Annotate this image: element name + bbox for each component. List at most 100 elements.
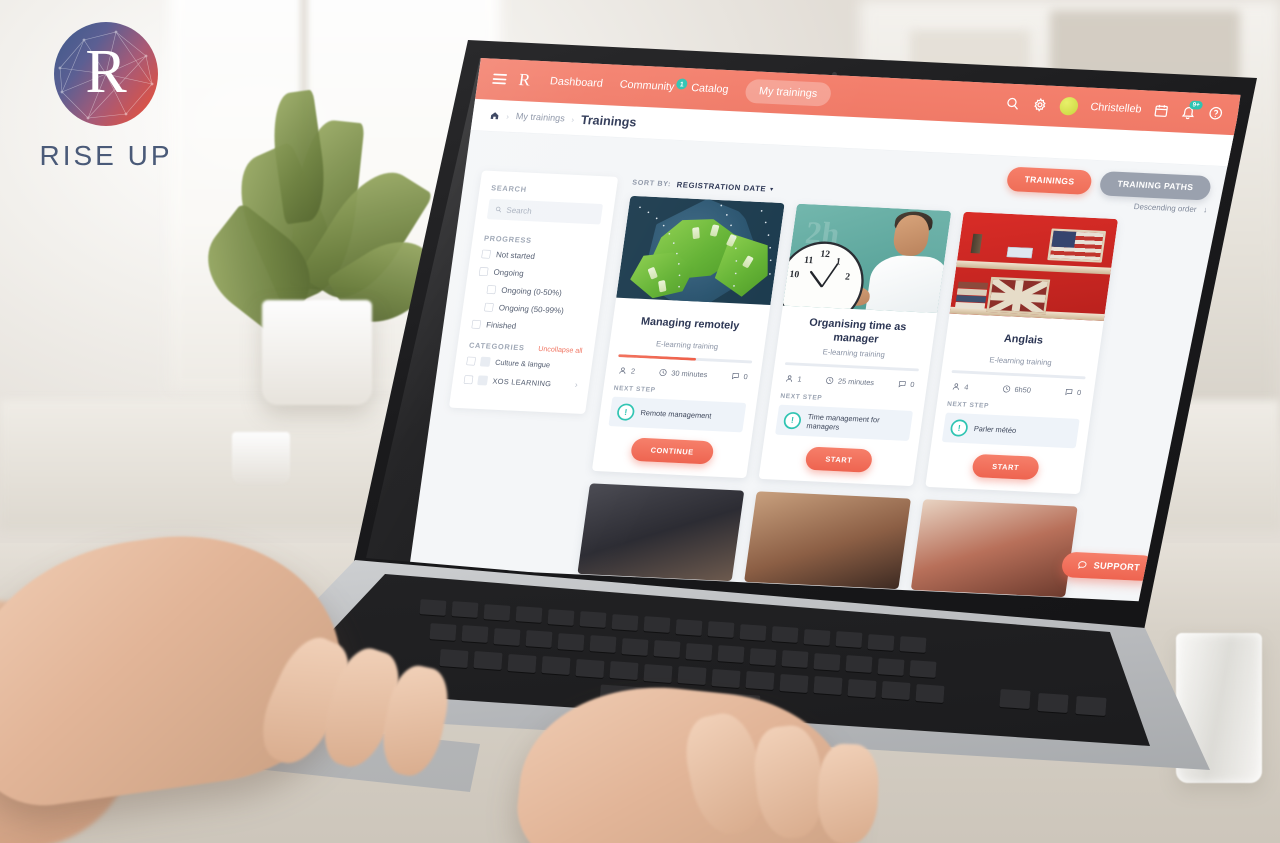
- filter-not-started[interactable]: Not started: [481, 249, 596, 263]
- checkbox[interactable]: [471, 319, 482, 329]
- progress-fill: [618, 354, 697, 361]
- home-icon[interactable]: [489, 110, 500, 120]
- nav-right-actions: Christelleb 9+: [1004, 94, 1224, 123]
- card-body: Managing remotely E-learning training 2 …: [592, 298, 770, 478]
- uncollapse-all-link[interactable]: Uncollapse all: [538, 345, 583, 355]
- usa-flag: [1047, 228, 1107, 263]
- learners-count: 1: [785, 374, 803, 384]
- community-badge: 1: [675, 78, 689, 90]
- breadcrumb-separator: ›: [570, 114, 575, 124]
- nav-item-dashboard[interactable]: Dashboard: [549, 74, 604, 91]
- support-button[interactable]: SUPPORT: [1060, 551, 1157, 582]
- filter-label: Not started: [495, 249, 536, 261]
- learners-value: 1: [797, 374, 803, 384]
- sort-order-toggle[interactable]: Descending order ↓: [1133, 202, 1208, 215]
- module-icon: !: [616, 403, 636, 421]
- username-label[interactable]: Christelleb: [1090, 101, 1143, 116]
- training-card[interactable]: Anglais E-learning training 4 6h50 0 NEX…: [925, 211, 1119, 495]
- content-columns: SEARCH PROGRESS Not started Ongoi: [427, 170, 1208, 601]
- nav-item-catalog[interactable]: Catalog: [690, 81, 729, 97]
- laptop-screen: R Dashboard Community 1 Catalog My train…: [366, 58, 1242, 624]
- clock-icon: [826, 377, 834, 385]
- start-button[interactable]: START: [804, 446, 874, 473]
- duration-value: 6h50: [1013, 385, 1032, 395]
- sort-value[interactable]: REGISTRATION DATE: [676, 180, 766, 193]
- category-culture-langue[interactable]: Culture & langue: [466, 356, 581, 371]
- bell-icon[interactable]: 9+: [1180, 100, 1204, 120]
- clock-icon: [1002, 385, 1010, 393]
- logo-monogram: R: [85, 37, 127, 106]
- checkbox[interactable]: [481, 249, 492, 259]
- category-thumb: [479, 356, 491, 367]
- next-step-row[interactable]: ! Parler météo: [941, 412, 1080, 449]
- filter-ongoing-0-50[interactable]: Ongoing (0-50%): [476, 284, 591, 298]
- duration-value: 30 minutes: [670, 368, 708, 379]
- checkbox[interactable]: [463, 375, 474, 385]
- page-title: Trainings: [580, 112, 638, 130]
- category-xos-learning[interactable]: XOS LEARNING ›: [463, 375, 578, 390]
- sort-order-label: Descending order: [1133, 201, 1198, 214]
- comments-value: 0: [909, 380, 916, 389]
- calendar-icon[interactable]: [1153, 103, 1170, 118]
- next-step-label: NEXT STEP: [613, 384, 657, 394]
- comment-icon: [898, 381, 906, 388]
- next-step-name: Parler météo: [973, 424, 1017, 435]
- next-step-row[interactable]: ! Time management for managers: [775, 404, 914, 442]
- filters-sidebar: SEARCH PROGRESS Not started Ongoi: [448, 170, 619, 415]
- person-icon: [619, 367, 626, 374]
- next-step-name: Time management for managers: [805, 412, 881, 432]
- training-card[interactable]: 2h 12 1 2 11 10 Organising time as manag…: [758, 203, 952, 487]
- nav-item-community[interactable]: Community 1: [619, 77, 689, 94]
- hamburger-menu-icon[interactable]: [492, 73, 508, 85]
- duration: 6h50: [1001, 384, 1032, 395]
- next-step-row[interactable]: ! Remote management: [608, 396, 747, 433]
- clock-icon: [659, 369, 667, 377]
- chevron-down-icon[interactable]: ▾: [770, 185, 774, 193]
- card-subtitle: E-learning training: [822, 347, 886, 359]
- training-paths-toggle-button[interactable]: TRAINING PATHS: [1098, 171, 1213, 201]
- breadcrumb-separator: ›: [505, 111, 510, 121]
- nav-links: Dashboard Community 1 Catalog My trainin…: [548, 69, 833, 107]
- trainings-toggle-button[interactable]: TRAININGS: [1005, 166, 1094, 195]
- laptop: R Dashboard Community 1 Catalog My train…: [0, 0, 1280, 843]
- checkbox[interactable]: [486, 284, 497, 294]
- search-icon[interactable]: [1004, 96, 1021, 111]
- continue-button[interactable]: CONTINUE: [629, 437, 715, 465]
- training-card-grid-row2: [577, 483, 1165, 601]
- book-stack: [954, 276, 989, 310]
- search-input[interactable]: [505, 205, 596, 219]
- training-card[interactable]: Managing remotely E-learning training 2 …: [591, 195, 785, 479]
- connection-dots: [616, 196, 785, 305]
- filter-finished[interactable]: Finished: [471, 319, 586, 333]
- start-button[interactable]: START: [971, 453, 1040, 481]
- learners-count: 4: [951, 382, 969, 391]
- checkbox[interactable]: [466, 356, 476, 366]
- nav-item-my-trainings[interactable]: My trainings: [743, 78, 833, 107]
- checkbox[interactable]: [484, 302, 494, 312]
- page-content: TRAININGS TRAINING PATHS SEARCH PROGRESS: [410, 131, 1231, 603]
- arrow-down-icon: ↓: [1202, 204, 1208, 215]
- training-card[interactable]: [577, 483, 745, 582]
- trainings-main-column: SORT BY: REGISTRATION DATE ▾ Descending …: [577, 178, 1208, 602]
- card-image-red-bookshelf-flags: [949, 211, 1119, 321]
- chevron-right-icon[interactable]: ›: [574, 380, 578, 390]
- help-icon[interactable]: [1207, 105, 1224, 120]
- filter-label: Ongoing: [492, 267, 525, 278]
- category-label: XOS LEARNING: [491, 376, 552, 388]
- person-icon: [952, 383, 959, 390]
- training-card-grid: Managing remotely E-learning training 2 …: [591, 195, 1206, 499]
- filter-label: Ongoing (0-50%): [500, 285, 563, 298]
- filter-label: Finished: [485, 319, 517, 331]
- gear-icon[interactable]: [1032, 97, 1049, 112]
- breadcrumb-parent[interactable]: My trainings: [515, 111, 565, 124]
- filter-ongoing-50-99[interactable]: Ongoing (50-99%): [474, 302, 589, 316]
- training-card[interactable]: [910, 499, 1078, 598]
- training-card[interactable]: [744, 491, 911, 590]
- search-box[interactable]: [486, 198, 604, 225]
- checkbox[interactable]: [478, 266, 489, 276]
- filter-ongoing[interactable]: Ongoing: [478, 266, 594, 281]
- avatar[interactable]: [1058, 96, 1080, 116]
- app-logo[interactable]: R: [518, 70, 533, 90]
- progress-bar: [618, 354, 753, 364]
- learners-count: 2: [618, 366, 636, 375]
